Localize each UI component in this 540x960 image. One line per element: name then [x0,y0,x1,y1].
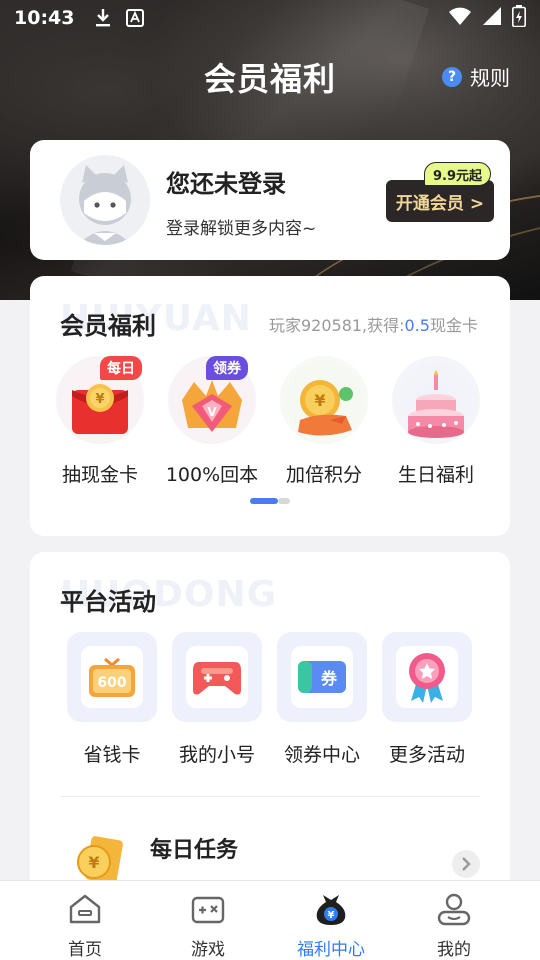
nav-item-mine[interactable]: 我的 [404,887,504,960]
benefit-label: 生日福利 [397,464,474,486]
birthday-cake-icon [408,370,464,438]
nav-item-games[interactable]: 游戏 [158,887,258,960]
help-icon: ? [442,66,462,87]
gamepad-icon [193,662,241,695]
divider [60,796,480,797]
home-icon [69,894,101,924]
savings-card-icon: 600 [89,657,135,697]
activity-tile: 券 [277,632,367,722]
user-card[interactable]: 您还未登录 登录解锁更多内容~ 开通会员 > 9.9元起 [30,140,510,260]
activity-my-accounts[interactable]: 我的小号 [172,632,262,772]
user-name[interactable]: 您还未登录 [166,164,286,199]
wifi-icon [448,6,472,30]
gold-coin-hand-icon: ¥ [298,380,353,436]
player-prefix: 玩家920581,获得: [268,316,405,335]
activity-coupon-center[interactable]: 券 领券中心 [277,632,367,772]
money-bag-icon: ¥ [316,895,346,925]
nav-label: 福利中心 [297,940,365,960]
download-icon [94,8,112,28]
svg-text:¥: ¥ [314,391,325,410]
daily-task-row[interactable]: ¥ 每日任务 [30,802,510,892]
benefit-label: 100%回本 [165,464,259,486]
benefits-card: HUIYUAN 会员福利 玩家920581,获得:0.5现金卡 ¥ 每日 抽现金… [30,276,510,536]
savings-card-amount: 600 [97,675,126,691]
activity-tile [172,632,262,722]
font-notification-icon [126,9,145,27]
profile-icon [437,893,471,926]
nav-label: 我的 [437,940,471,960]
red-envelope-icon: ¥ [72,384,128,434]
activity-tile [382,632,472,722]
medal-icon [409,653,445,703]
player-reward-ticker: 玩家920581,获得:0.5现金卡 [269,312,478,336]
daily-task-title: 每日任务 [150,838,239,863]
benefit-item-cash-card[interactable]: ¥ 每日 抽现金卡 [50,356,150,486]
rules-label: 规则 [470,66,510,90]
status-time: 10:43 [14,7,75,29]
daily-badge: 每日 [100,356,142,380]
nav-item-home[interactable]: 首页 [35,887,135,960]
login-hint: 登录解锁更多内容~ [166,219,317,239]
page-indicator [250,498,290,504]
activity-label: 更多活动 [388,744,465,766]
benefit-item-full-refund[interactable]: V 领券 100%回本 [162,356,262,486]
rules-button[interactable]: ? 规则 [442,62,510,91]
title-bar: 会员福利 ? 规则 [0,50,540,98]
vip-price-tag: 9.9元起 [424,162,492,186]
svg-text:¥: ¥ [88,853,99,872]
nav-label: 首页 [68,940,102,960]
benefit-label: 加倍积分 [285,464,362,486]
svg-text:¥: ¥ [95,392,104,407]
player-amount: 0.5 [404,316,430,335]
player-suffix: 现金卡 [429,316,478,335]
benefit-item-birthday[interactable]: 生日福利 [386,356,486,486]
chevron-right-icon[interactable] [452,850,480,878]
benefits-title: 会员福利 [60,312,156,340]
page-indicator-active [250,498,278,504]
activities-card: HUODONG 平台活动 600 省钱卡 我的小号 券 领券中心 更多活动 ¥ … [30,552,510,892]
benefit-item-double-points[interactable]: ¥ 加倍积分 [274,356,374,486]
svg-text:V: V [207,405,217,419]
activity-label: 领券中心 [283,744,360,766]
nav-label: 游戏 [191,940,225,960]
default-avatar-icon [78,165,132,245]
battery-charging-icon [512,5,526,31]
open-vip-button[interactable]: 开通会员 > [386,180,494,222]
coupon-icon: 券 [298,661,346,693]
activity-label: 省钱卡 [83,744,141,766]
signal-icon [482,6,502,30]
status-bar: 10:43 [0,0,540,36]
page-indicator-inactive [278,498,290,504]
bottom-nav: 首页 游戏 ¥ 福利中心 我的 [0,880,540,960]
activity-savings-card[interactable]: 600 省钱卡 [67,632,157,772]
avatar[interactable] [60,155,150,245]
activity-label: 我的小号 [178,744,255,766]
coupon-icon-text: 券 [320,669,338,688]
benefit-label: 抽现金卡 [61,464,138,486]
game-controller-icon [191,896,225,924]
diamond-crown-icon: V [182,380,242,432]
svg-text:¥: ¥ [328,910,335,921]
activities-title: 平台活动 [60,588,156,616]
coupon-badge: 领券 [206,356,248,380]
activity-more[interactable]: 更多活动 [382,632,472,772]
activity-tile: 600 [67,632,157,722]
nav-item-welfare-center[interactable]: ¥ 福利中心 [281,887,381,960]
